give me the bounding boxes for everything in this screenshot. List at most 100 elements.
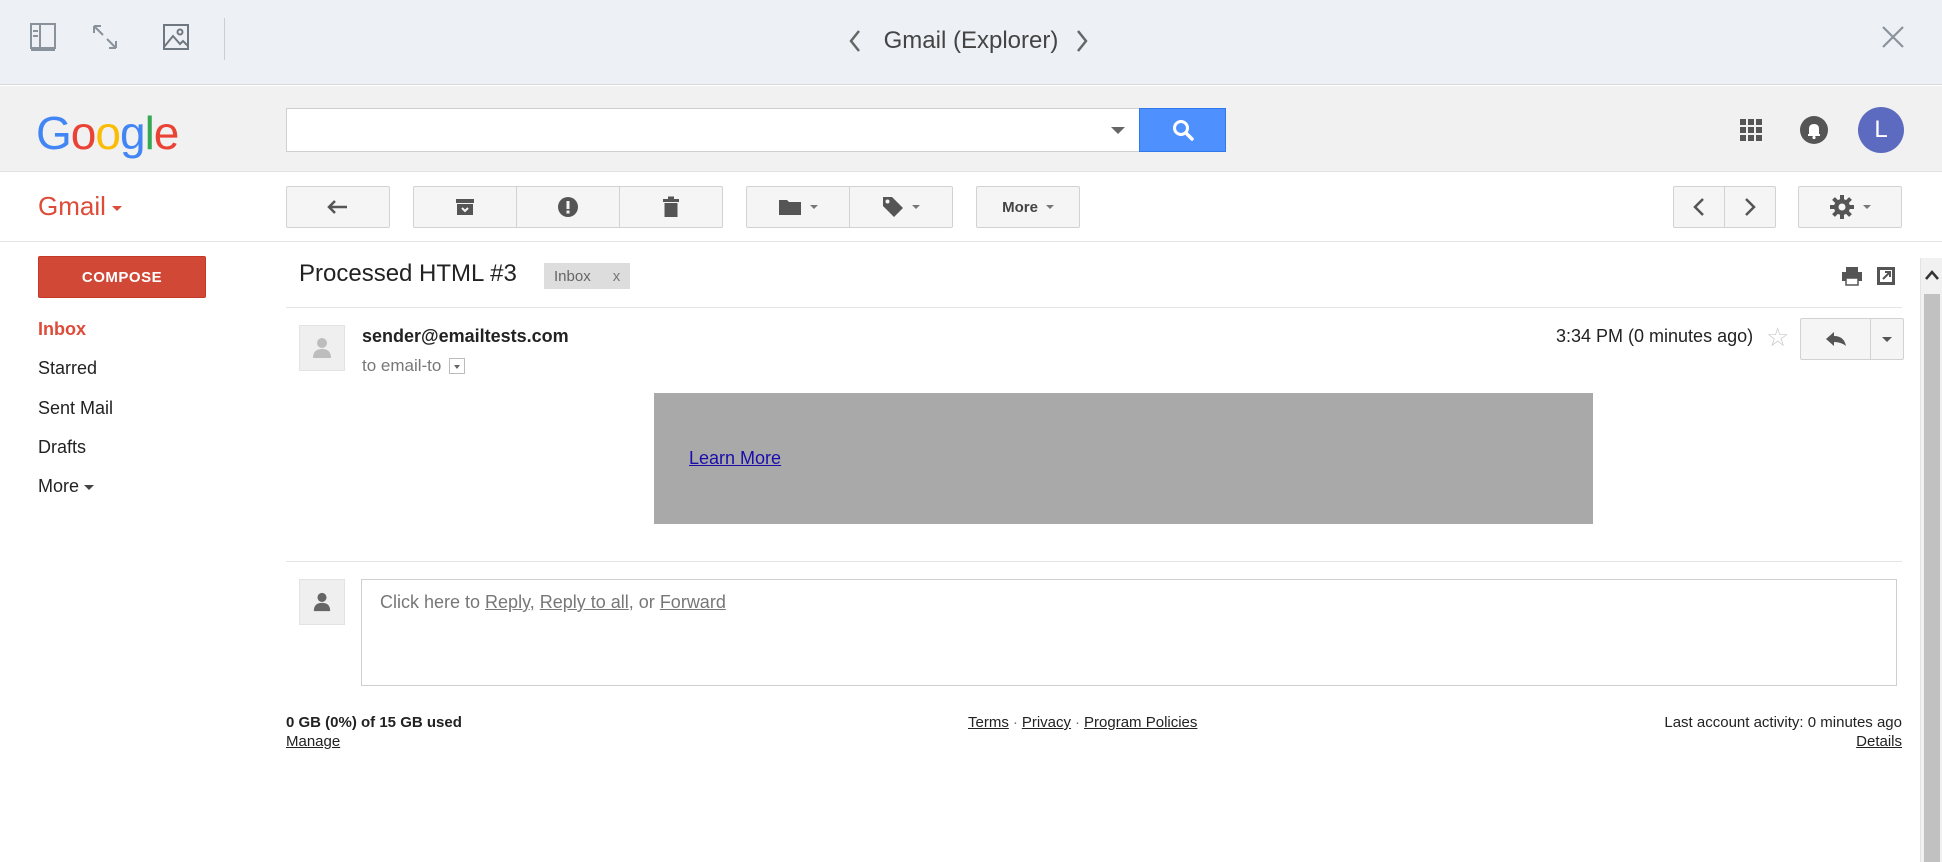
spam-icon <box>558 197 578 217</box>
move-to-caret-icon <box>810 205 818 209</box>
sidebar-item-more[interactable]: More <box>38 476 95 497</box>
scrollbar[interactable] <box>1920 258 1942 862</box>
chevron-left-icon <box>1693 198 1704 216</box>
apps-grid-icon[interactable] <box>1735 114 1767 146</box>
reply-link[interactable]: Reply <box>485 592 530 612</box>
activity-details-link[interactable]: Details <box>1856 733 1902 750</box>
recipient-text: to email-to <box>362 356 442 375</box>
manage-storage-link[interactable]: Manage <box>286 733 340 750</box>
terms-link[interactable]: Terms <box>968 714 1009 731</box>
forward-link[interactable]: Forward <box>660 592 726 612</box>
open-in-new-window-icon[interactable] <box>1874 264 1898 288</box>
show-details-dropdown-icon[interactable] <box>449 357 466 374</box>
reply-prompt: Click here to Reply, Reply to all, or Fo… <box>380 592 726 613</box>
archive-button[interactable] <box>413 186 517 228</box>
sidebar-more-label: More <box>38 476 80 496</box>
sender-address[interactable]: sender@emailtests.com <box>362 326 569 347</box>
last-account-activity: Last account activity: 0 minutes ago <box>1664 714 1902 731</box>
settings-button[interactable] <box>1798 186 1902 228</box>
person-icon <box>313 592 331 612</box>
close-icon[interactable] <box>1878 22 1908 52</box>
label-tag-icon <box>883 197 903 217</box>
reply-arrow-icon <box>1825 332 1846 346</box>
google-header: Google L <box>0 86 1942 172</box>
expand-icon[interactable] <box>90 22 120 52</box>
sender-avatar <box>299 325 345 371</box>
sidebar-item-starred[interactable]: Starred <box>38 358 97 379</box>
storage-usage: 0 GB (0%) of 15 GB used <box>286 714 462 731</box>
viewer-title: Gmail (Explorer) <box>883 27 1059 54</box>
search-input[interactable] <box>287 109 1087 149</box>
sidebar-item-drafts[interactable]: Drafts <box>38 437 86 458</box>
compose-button[interactable]: COMPOSE <box>38 256 206 298</box>
move-to-button[interactable] <box>746 186 850 228</box>
search-options-caret-icon[interactable] <box>1111 127 1125 134</box>
reply-more-options-button[interactable] <box>1871 319 1903 359</box>
settings-caret-icon <box>1863 205 1871 209</box>
sidebar-icon[interactable] <box>28 22 58 52</box>
message-timestamp: 3:34 PM (0 minutes ago) <box>1556 326 1754 346</box>
sidebar-item-sent-mail[interactable]: Sent Mail <box>38 398 113 419</box>
gear-icon <box>1830 195 1854 219</box>
google-logo[interactable]: Google <box>36 106 179 160</box>
delete-button[interactable] <box>619 186 723 228</box>
reply-button-group <box>1800 318 1904 360</box>
print-icon[interactable] <box>1840 264 1864 288</box>
recipient-line: to email-to <box>362 356 466 376</box>
reply-all-link[interactable]: Reply to all <box>540 592 629 612</box>
policy-dot-2: · <box>1075 714 1081 731</box>
reply-button[interactable] <box>1801 319 1871 359</box>
privacy-link[interactable]: Privacy <box>1022 714 1071 731</box>
subject-divider <box>286 307 1902 308</box>
policy-dot-1: · <box>1012 714 1018 731</box>
remove-label-button[interactable]: x <box>613 268 621 285</box>
back-to-inbox-button[interactable] <box>286 186 390 228</box>
more-caret-icon <box>1045 205 1054 209</box>
chevron-left-icon[interactable] <box>843 26 867 56</box>
star-icon[interactable]: ☆ <box>1766 322 1789 353</box>
image-icon[interactable] <box>161 22 191 52</box>
chevron-right-icon <box>1745 198 1756 216</box>
search-button[interactable] <box>1139 108 1226 152</box>
report-spam-button[interactable] <box>516 186 620 228</box>
trash-icon <box>663 196 679 217</box>
person-icon <box>313 338 331 358</box>
labels-caret-icon <box>912 205 920 209</box>
program-policies-link[interactable]: Program Policies <box>1084 714 1197 731</box>
older-button[interactable] <box>1724 186 1776 228</box>
learn-more-link[interactable]: Learn More <box>689 448 781 469</box>
reply-more-caret-icon <box>1882 336 1892 342</box>
reply-prompt-sep2: , or <box>628 592 660 612</box>
account-avatar[interactable]: L <box>1858 107 1904 153</box>
more-actions-button[interactable]: More <box>976 186 1080 228</box>
more-actions-label: More <box>1002 198 1038 216</box>
gmail-caret-icon <box>111 205 122 211</box>
label-chip-inbox[interactable]: Inbox x <box>544 263 631 289</box>
email-body-banner: Learn More <box>654 393 1593 524</box>
email-subject: Processed HTML #3 <box>299 260 517 287</box>
back-arrow-icon <box>327 200 347 214</box>
toolbar: Gmail More <box>0 172 1942 242</box>
reply-prompt-sep1: , <box>529 592 540 612</box>
labels-button[interactable] <box>849 186 953 228</box>
chevron-right-icon[interactable] <box>1070 26 1094 56</box>
sidebar-item-inbox[interactable]: Inbox <box>38 319 86 340</box>
gmail-menu[interactable]: Gmail <box>38 191 122 222</box>
gmail-label: Gmail <box>38 191 106 221</box>
policy-links: Terms · Privacy · Program Policies <box>968 714 1197 731</box>
reply-box[interactable]: Click here to Reply, Reply to all, or Fo… <box>361 579 1897 686</box>
newer-button[interactable] <box>1673 186 1725 228</box>
notifications-bell-icon[interactable] <box>1798 114 1830 146</box>
scroll-thumb[interactable] <box>1924 294 1940 862</box>
scroll-up-arrow-icon[interactable] <box>1921 258 1942 292</box>
label-chip-text: Inbox <box>554 267 591 285</box>
reply-avatar <box>299 579 345 625</box>
viewer-separator <box>224 18 225 60</box>
folder-icon <box>779 200 801 215</box>
viewer-bar: Gmail (Explorer) <box>0 0 1942 85</box>
sidebar-more-caret-icon <box>84 484 95 490</box>
message-divider <box>286 561 1902 562</box>
archive-icon <box>456 199 474 215</box>
search-box <box>286 108 1140 152</box>
reply-prompt-prefix: Click here to <box>380 592 486 612</box>
